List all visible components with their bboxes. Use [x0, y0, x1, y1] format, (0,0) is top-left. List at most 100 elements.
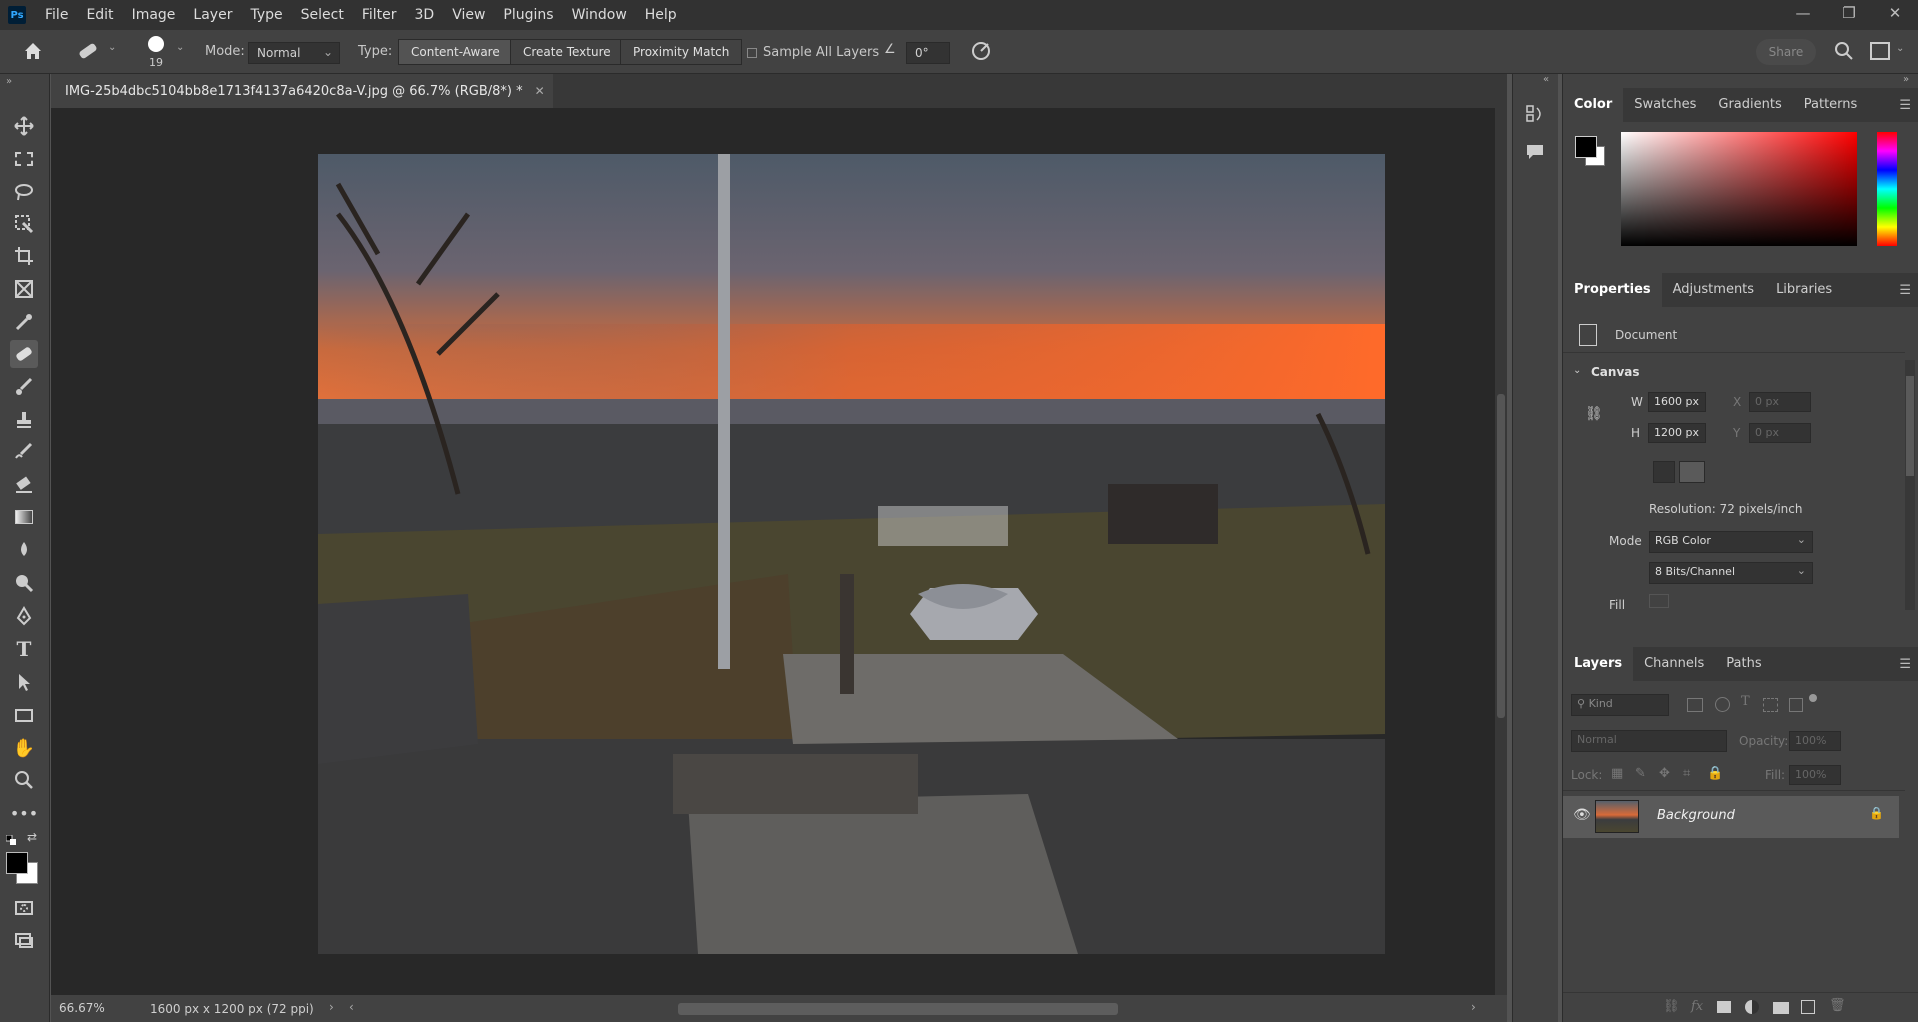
- filter-smart-object-icon[interactable]: [1789, 698, 1803, 712]
- path-selection-tool-icon[interactable]: [10, 668, 38, 696]
- crop-tool-icon[interactable]: [10, 242, 38, 270]
- gradient-tool-icon[interactable]: [10, 503, 38, 531]
- fx-icon[interactable]: fx: [1691, 999, 1703, 1014]
- workspace-icon[interactable]: [1870, 42, 1890, 60]
- menu-image[interactable]: Image: [123, 0, 185, 30]
- filter-toggle-icon[interactable]: [1809, 694, 1817, 702]
- create-texture-button[interactable]: Create Texture: [510, 39, 624, 65]
- hand-tool-icon[interactable]: ✋: [10, 734, 38, 762]
- properties-scrollbar[interactable]: [1905, 360, 1915, 610]
- eraser-tool-icon[interactable]: [10, 470, 38, 498]
- fill-field[interactable]: 100%: [1789, 765, 1841, 785]
- proximity-match-button[interactable]: Proximity Match: [620, 39, 743, 65]
- portrait-orientation-icon[interactable]: [1653, 461, 1675, 483]
- preset-chevron-down-icon[interactable]: ⌄: [108, 42, 116, 53]
- content-aware-button[interactable]: Content-Aware: [398, 39, 513, 65]
- delete-layer-icon[interactable]: 🗑: [1829, 998, 1846, 1013]
- panel-menu-icon[interactable]: ☰: [1899, 657, 1911, 672]
- filter-adjustment-icon[interactable]: [1715, 697, 1730, 712]
- landscape-orientation-icon[interactable]: [1679, 461, 1705, 483]
- status-chevron-right-icon[interactable]: ›: [329, 1000, 334, 1014]
- link-layers-icon[interactable]: ⛓: [1663, 999, 1680, 1014]
- zoom-level[interactable]: 66.67%: [59, 1001, 105, 1015]
- menu-edit[interactable]: Edit: [77, 0, 122, 30]
- properties-scroll-thumb[interactable]: [1906, 376, 1914, 476]
- minimize-icon[interactable]: —: [1780, 0, 1826, 26]
- object-selection-tool-icon[interactable]: [10, 210, 38, 238]
- home-icon[interactable]: [22, 40, 44, 62]
- menu-3d[interactable]: 3D: [406, 0, 444, 30]
- tab-paths[interactable]: Paths: [1715, 647, 1772, 681]
- link-icon[interactable]: ⛓: [1585, 406, 1603, 426]
- marquee-tool-icon[interactable]: [10, 145, 38, 173]
- brush-tool-icon[interactable]: [10, 373, 38, 401]
- angle-input[interactable]: 0°: [906, 42, 950, 64]
- eye-visibility-icon[interactable]: 👁: [1573, 807, 1591, 823]
- hue-slider[interactable]: [1877, 132, 1897, 246]
- tab-libraries[interactable]: Libraries: [1765, 273, 1843, 307]
- menu-file[interactable]: File: [36, 0, 77, 30]
- workspace-chevron-down-icon[interactable]: ⌄: [1896, 43, 1904, 54]
- close-tab-icon[interactable]: ✕: [535, 84, 545, 98]
- lock-pixels-icon[interactable]: ✎: [1635, 766, 1646, 781]
- lasso-tool-icon[interactable]: [10, 178, 38, 206]
- menu-type[interactable]: Type: [241, 0, 291, 30]
- default-colors-icon[interactable]: [5, 834, 16, 845]
- search-icon[interactable]: [1834, 41, 1854, 61]
- vertical-scroll-thumb[interactable]: [1497, 394, 1505, 718]
- history-icon[interactable]: [1525, 104, 1545, 124]
- document-tab[interactable]: IMG-25b4dbc5104bb8e1713f4137a6420c8a-V.j…: [51, 74, 553, 108]
- menu-plugins[interactable]: Plugins: [494, 0, 562, 30]
- tab-color[interactable]: Color: [1563, 88, 1624, 122]
- type-tool-icon[interactable]: T: [10, 635, 38, 663]
- canvas-chevron-down-icon[interactable]: ⌄: [1573, 365, 1581, 376]
- foreground-color-swatch[interactable]: [6, 852, 28, 874]
- filter-type-icon[interactable]: T: [1741, 694, 1750, 709]
- document-image[interactable]: [318, 154, 1385, 954]
- lock-artboard-icon[interactable]: ⌗: [1683, 766, 1690, 781]
- move-tool-icon[interactable]: [10, 112, 38, 140]
- color-foreground-swatch[interactable]: [1575, 136, 1597, 158]
- share-button[interactable]: Share: [1756, 39, 1816, 65]
- restore-icon[interactable]: ❐: [1826, 0, 1872, 26]
- tab-properties[interactable]: Properties: [1563, 273, 1662, 307]
- new-group-icon[interactable]: [1773, 1002, 1789, 1014]
- layer-row[interactable]: 👁 Background 🔒: [1563, 796, 1899, 838]
- lock-position-icon[interactable]: ✥: [1659, 766, 1670, 781]
- spot-healing-brush-tool-icon[interactable]: [10, 340, 38, 368]
- adjustment-layer-icon[interactable]: [1745, 1000, 1759, 1014]
- brush-tip-icon[interactable]: [148, 36, 164, 52]
- menu-help[interactable]: Help: [636, 0, 686, 30]
- bit-depth-select[interactable]: 8 Bits/Channel ⌄: [1649, 562, 1813, 584]
- menu-filter[interactable]: Filter: [353, 0, 406, 30]
- pen-tool-icon[interactable]: [10, 602, 38, 630]
- rectangle-tool-icon[interactable]: [10, 701, 38, 729]
- menu-view[interactable]: View: [443, 0, 494, 30]
- dodge-tool-icon[interactable]: [10, 569, 38, 597]
- x-field[interactable]: 0 px: [1749, 392, 1811, 412]
- panel-menu-icon[interactable]: ☰: [1899, 98, 1911, 113]
- eyedropper-tool-icon[interactable]: [10, 308, 38, 336]
- history-brush-tool-icon[interactable]: [10, 438, 38, 466]
- opacity-field[interactable]: 100%: [1789, 731, 1841, 751]
- filter-pixel-icon[interactable]: [1687, 698, 1703, 712]
- y-field[interactable]: 0 px: [1749, 423, 1811, 443]
- tab-channels[interactable]: Channels: [1633, 647, 1715, 681]
- tab-swatches[interactable]: Swatches: [1623, 88, 1707, 122]
- lock-transparent-icon[interactable]: ▦: [1611, 766, 1623, 781]
- mode-select[interactable]: Normal ⌄: [248, 42, 340, 64]
- new-layer-icon[interactable]: [1801, 1000, 1815, 1014]
- swap-colors-icon[interactable]: ⇄: [27, 830, 37, 844]
- tab-layers[interactable]: Layers: [1563, 647, 1634, 681]
- healing-brush-preset-icon[interactable]: [76, 40, 100, 62]
- layer-kind-filter[interactable]: ⚲ Kind: [1571, 694, 1669, 716]
- close-window-icon[interactable]: ✕: [1872, 0, 1918, 26]
- more-tools-icon[interactable]: •••: [10, 799, 38, 827]
- add-mask-icon[interactable]: [1717, 1001, 1731, 1013]
- panel-menu-icon[interactable]: ☰: [1899, 283, 1911, 298]
- menu-select[interactable]: Select: [292, 0, 353, 30]
- blur-tool-icon[interactable]: [10, 536, 38, 564]
- layer-name[interactable]: Background: [1657, 808, 1735, 823]
- tab-gradients[interactable]: Gradients: [1707, 88, 1792, 122]
- menu-layer[interactable]: Layer: [184, 0, 241, 30]
